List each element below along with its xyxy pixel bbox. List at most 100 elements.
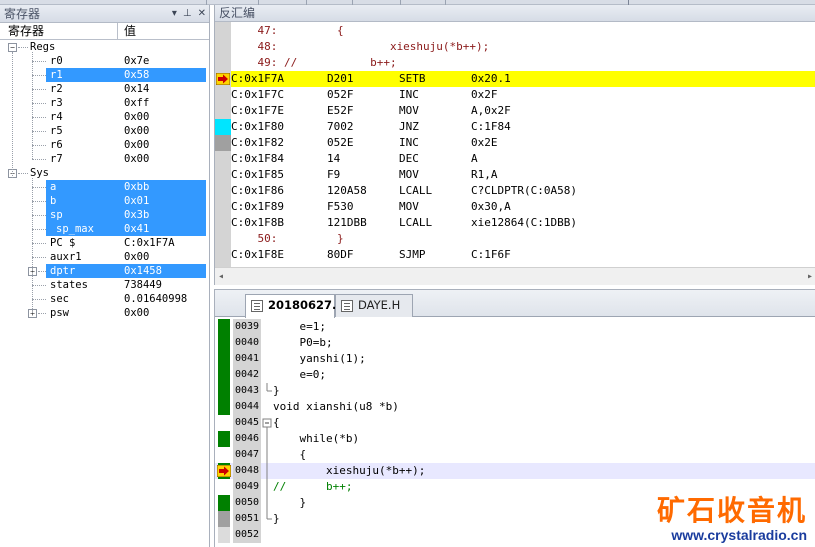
register-row-psw[interactable]: + psw 0x00 xyxy=(0,306,206,320)
register-row-r1[interactable]: r1 0x58 xyxy=(0,68,206,82)
disassembly-source-line[interactable]: 48: xieshuju(*b++); xyxy=(231,39,815,55)
disassembly-instruction-line[interactable]: C:0x1F7C 052F INC 0x2F xyxy=(231,87,815,103)
disassembly-horizontal-scrollbar[interactable]: ◂ ▸ xyxy=(215,267,815,285)
register-row-states[interactable]: states 738449 xyxy=(0,278,206,292)
register-row-r3[interactable]: r3 0xff xyxy=(0,96,206,110)
register-group-sys[interactable]: − Sys xyxy=(0,166,206,180)
column-value-header[interactable]: 值 xyxy=(118,23,136,39)
panel-pin-icon[interactable]: ⊥ xyxy=(183,5,192,23)
tree-connector xyxy=(12,52,13,178)
register-row-r0[interactable]: r0 0x7e xyxy=(0,54,206,68)
watermark: 矿石收音机 www.crystalradio.cn xyxy=(657,495,807,544)
disassembly-instruction-line[interactable]: C:0x1F85 F9 MOV R1,A xyxy=(231,167,815,183)
line-number: 0045 xyxy=(233,415,261,431)
disassembly-instruction-line[interactable]: C:0x1F8B 121DBB LCALL xie12864(C:1DBB) xyxy=(231,215,815,231)
source-line[interactable]: 0041 yanshi(1); xyxy=(215,351,815,367)
scroll-left-icon[interactable]: ◂ xyxy=(218,271,224,282)
register-value[interactable]: 0x58 xyxy=(124,68,149,82)
source-line[interactable]: 0049 // b++; xyxy=(215,479,815,495)
source-line[interactable]: 0043} xyxy=(215,383,815,399)
disassembly-listing[interactable]: 47: { 48: xieshuju(*b++); 49: // b++; C:0… xyxy=(215,22,815,267)
register-row-sec[interactable]: sec 0.01640998 xyxy=(0,292,206,306)
register-row-pc[interactable]: PC $ C:0x1F7A xyxy=(0,236,206,250)
instruction-mnemonic: DEC xyxy=(399,152,419,165)
register-group-regs[interactable]: − Regs xyxy=(0,40,206,54)
disassembly-instruction-line[interactable]: C:0x1F82 052E INC 0x2E xyxy=(231,135,815,151)
disassembly-instruction-line[interactable]: C:0x1F84 14 DEC A xyxy=(231,151,815,167)
tree-connector xyxy=(32,201,46,202)
register-value[interactable]: 738449 xyxy=(124,278,162,292)
fold-end-line xyxy=(262,511,272,527)
source-line[interactable]: 0044 void xianshi(u8 *b) xyxy=(215,399,815,415)
source-code-text: P0=b; xyxy=(273,336,333,349)
line-number: 0040 xyxy=(233,335,261,351)
register-row-spmax[interactable]: sp_max 0x41 xyxy=(0,222,206,236)
register-row-a[interactable]: a 0xbb xyxy=(0,180,206,194)
register-value[interactable]: 0x3b xyxy=(124,208,149,222)
register-value[interactable]: 0x14 xyxy=(124,82,149,96)
coverage-bar xyxy=(218,367,230,383)
source-line[interactable]: 0042 e=0; xyxy=(215,367,815,383)
register-row-b[interactable]: b 0x01 xyxy=(0,194,206,208)
disassembly-source-line[interactable]: 49: // b++; xyxy=(231,55,815,71)
register-value[interactable]: 0x00 xyxy=(124,124,149,138)
fold-toggle-icon[interactable] xyxy=(262,415,272,431)
register-value[interactable]: 0x7e xyxy=(124,54,149,68)
column-name-header[interactable]: 寄存器 xyxy=(0,23,118,39)
register-row-dptr[interactable]: + dptr 0x1458 xyxy=(0,264,206,278)
file-icon xyxy=(341,300,353,312)
source-line[interactable]: 0046 while(*b) xyxy=(215,431,815,447)
disassembly-instruction-line[interactable]: C:0x1F80 7002 JNZ C:1F84 xyxy=(231,119,815,135)
line-number: 0046 xyxy=(233,431,261,447)
disassembly-instruction-line[interactable]: C:0x1F86 120A58 LCALL C?CLDPTR(C:0A58) xyxy=(231,183,815,199)
tree-connector xyxy=(32,285,46,286)
panel-window-buttons[interactable]: ▾ ⊥ ✕ xyxy=(172,5,206,23)
register-row-auxr1[interactable]: auxr1 0x00 xyxy=(0,250,206,264)
source-line[interactable]: 0047 { xyxy=(215,447,815,463)
source-line[interactable]: 0040 P0=b; xyxy=(215,335,815,351)
scroll-right-icon[interactable]: ▸ xyxy=(807,271,813,282)
disassembly-instruction-line[interactable]: C:0x1F7E E52F MOV A,0x2F xyxy=(231,103,815,119)
register-value[interactable]: 0x00 xyxy=(124,110,149,124)
source-line[interactable]: 0048 xieshuju(*b++); xyxy=(215,463,815,479)
collapse-toggle-icon[interactable]: − xyxy=(8,43,17,52)
instruction-bytes: 052F xyxy=(327,88,354,101)
panel-dropdown-icon[interactable]: ▾ xyxy=(172,5,177,23)
register-value[interactable]: 0x41 xyxy=(124,222,149,236)
source-line[interactable]: 0045 { xyxy=(215,415,815,431)
tab-daye-h[interactable]: DAYE.H xyxy=(335,294,413,317)
register-value[interactable]: 0x00 xyxy=(124,250,149,264)
source-line[interactable]: 0039 e=1; xyxy=(215,319,815,335)
register-row-r2[interactable]: r2 0x14 xyxy=(0,82,206,96)
register-value[interactable]: 0x1458 xyxy=(124,264,162,278)
disassembly-source-line[interactable]: 47: { xyxy=(231,23,815,39)
instruction-address: C:0x1F8E xyxy=(231,248,284,261)
disassembly-instruction-line[interactable]: C:0x1F89 F530 MOV 0x30,A xyxy=(231,199,815,215)
tab-20180627-c[interactable]: 20180627.c xyxy=(245,294,343,318)
line-number: 0051 xyxy=(233,511,261,527)
register-row-r6[interactable]: r6 0x00 xyxy=(0,138,206,152)
line-number: 0041 xyxy=(233,351,261,367)
register-row-r4[interactable]: r4 0x00 xyxy=(0,110,206,124)
register-name: r4 xyxy=(50,111,63,123)
coverage-bar xyxy=(218,319,230,335)
register-value[interactable]: C:0x1F7A xyxy=(124,236,175,250)
register-value[interactable]: 0xff xyxy=(124,96,149,110)
register-value[interactable]: 0x00 xyxy=(124,138,149,152)
register-value[interactable]: 0xbb xyxy=(124,180,149,194)
source-code-text: xieshuju(*b++); xyxy=(273,464,426,477)
register-row-r7[interactable]: r7 0x00 xyxy=(0,152,206,166)
disassembly-instruction-line[interactable]: C:0x1F7A D201 SETB 0x20.1 xyxy=(231,71,815,87)
disassembly-source-line[interactable]: 50: } xyxy=(231,231,815,247)
panel-close-icon[interactable]: ✕ xyxy=(198,5,206,23)
register-value[interactable]: 0x00 xyxy=(124,306,149,320)
register-value[interactable]: 0x01 xyxy=(124,194,149,208)
instruction-mnemonic: INC xyxy=(399,88,419,101)
register-value[interactable]: 0x00 xyxy=(124,152,149,166)
register-row-sp[interactable]: sp 0x3b xyxy=(0,208,206,222)
instruction-bytes: 052E xyxy=(327,136,354,149)
register-name: r3 xyxy=(50,97,63,109)
register-row-r5[interactable]: r5 0x00 xyxy=(0,124,206,138)
register-value[interactable]: 0.01640998 xyxy=(124,292,187,306)
disassembly-instruction-line[interactable]: C:0x1F8E 80DF SJMP C:1F6F xyxy=(231,247,815,263)
